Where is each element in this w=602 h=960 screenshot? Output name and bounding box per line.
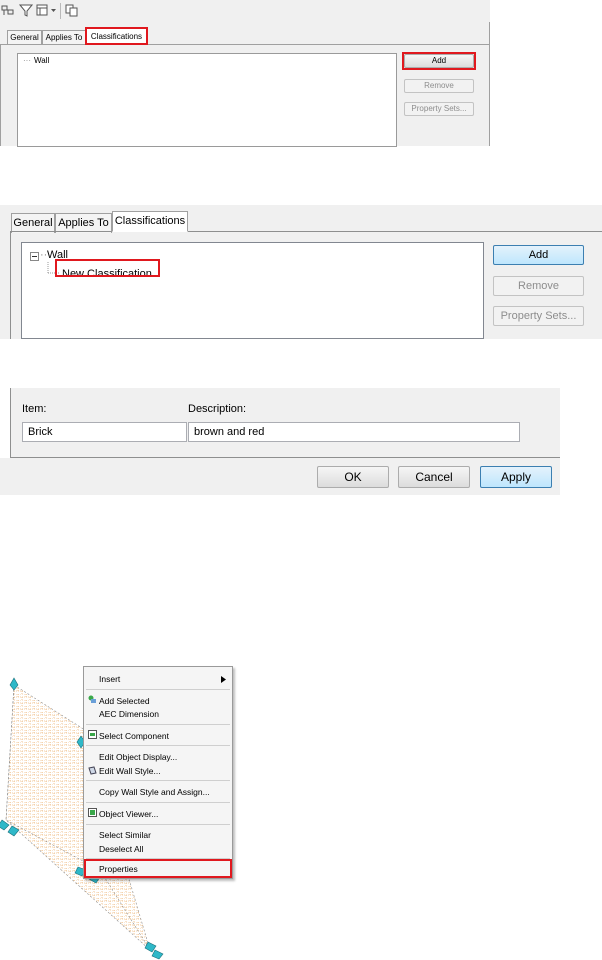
highlight-properties xyxy=(84,859,232,878)
submenu-arrow-icon xyxy=(221,676,226,683)
categorize-icon[interactable] xyxy=(1,4,15,17)
property-sets-button[interactable]: Property Sets... xyxy=(493,306,584,326)
toolbar-separator xyxy=(60,3,61,19)
item-label: Item: xyxy=(22,403,47,415)
classification-tree[interactable]: ··· Wall xyxy=(17,53,397,147)
tree-connector: ··· xyxy=(23,56,31,65)
highlight-new-classification xyxy=(55,259,160,277)
tab-applies-to[interactable]: Applies To xyxy=(42,30,86,45)
menu-item-select-similar[interactable]: Select Similar xyxy=(99,830,151,840)
menu-separator xyxy=(86,745,230,746)
menu-item-aec-dimension[interactable]: AEC Dimension xyxy=(99,709,159,719)
highlight-classifications-tab xyxy=(85,27,148,45)
dialog-left-border xyxy=(0,45,1,146)
view-options-icon[interactable] xyxy=(36,4,50,17)
tab-divider xyxy=(10,231,602,232)
menu-item-object-viewer[interactable]: Object Viewer... xyxy=(99,809,158,819)
menu-separator xyxy=(86,824,230,825)
cancel-button[interactable]: Cancel xyxy=(398,466,470,488)
tab-general[interactable]: General xyxy=(11,213,55,233)
menu-item-edit-wall-style[interactable]: Edit Wall Style... xyxy=(99,766,161,776)
description-label: Description: xyxy=(188,403,247,415)
tab-divider xyxy=(0,44,490,45)
select-component-icon xyxy=(88,730,97,739)
remove-button[interactable]: Remove xyxy=(404,79,474,93)
menu-item-select-component[interactable]: Select Component xyxy=(99,731,169,741)
description-field[interactable]: brown and red xyxy=(188,422,520,442)
filter-icon[interactable] xyxy=(19,4,33,17)
highlight-add-button xyxy=(402,52,476,70)
property-sets-button[interactable]: Property Sets... xyxy=(404,102,474,116)
menu-separator xyxy=(86,689,230,690)
grip-bottom-2[interactable] xyxy=(151,949,164,960)
item-description-area: Item: Brick Description: brown and red xyxy=(10,388,560,458)
add-button[interactable]: Add xyxy=(493,245,584,265)
item-field[interactable]: Brick xyxy=(22,422,187,442)
menu-item-copy-wall-style[interactable]: Copy Wall Style and Assign... xyxy=(99,787,210,797)
classification-tree[interactable]: ·· Wall New Classification xyxy=(21,242,484,339)
tab-general[interactable]: General xyxy=(7,30,42,45)
menu-item-insert[interactable]: Insert xyxy=(99,674,120,684)
menu-separator xyxy=(86,780,230,781)
menu-separator xyxy=(86,802,230,803)
wall-style-icon xyxy=(88,766,97,775)
object-viewer-icon xyxy=(88,808,97,817)
context-menu: Insert Add Selected AEC Dimension Select… xyxy=(83,666,233,879)
menu-item-edit-object-display[interactable]: Edit Object Display... xyxy=(99,752,177,762)
panel-item-description: Item: Brick Description: brown and red O… xyxy=(0,388,560,495)
menu-item-deselect-all[interactable]: Deselect All xyxy=(99,844,143,854)
dialog-left-border xyxy=(10,231,11,339)
add-dimension-icon xyxy=(88,695,96,703)
panel-classifications-new: General Applies To Classifications ·· Wa… xyxy=(0,205,602,339)
menu-item-add-selected[interactable]: Add Selected xyxy=(99,696,150,706)
menu-separator xyxy=(86,724,230,725)
dialog-footer: OK Cancel Apply xyxy=(0,458,560,495)
tab-applies-to[interactable]: Applies To xyxy=(55,213,112,233)
tree-item-wall[interactable]: Wall xyxy=(34,56,49,65)
apply-button[interactable]: Apply xyxy=(480,466,552,488)
panel-classifications-initial: General Applies To Classifications ··· W… xyxy=(0,0,490,147)
copy-icon[interactable] xyxy=(65,4,79,17)
chevron-down-icon[interactable] xyxy=(50,4,57,17)
collapse-icon[interactable] xyxy=(30,252,39,261)
remove-button[interactable]: Remove xyxy=(493,276,584,296)
toolbar xyxy=(0,0,490,22)
tab-classifications[interactable]: Classifications xyxy=(112,211,188,232)
ok-button[interactable]: OK xyxy=(317,466,389,488)
